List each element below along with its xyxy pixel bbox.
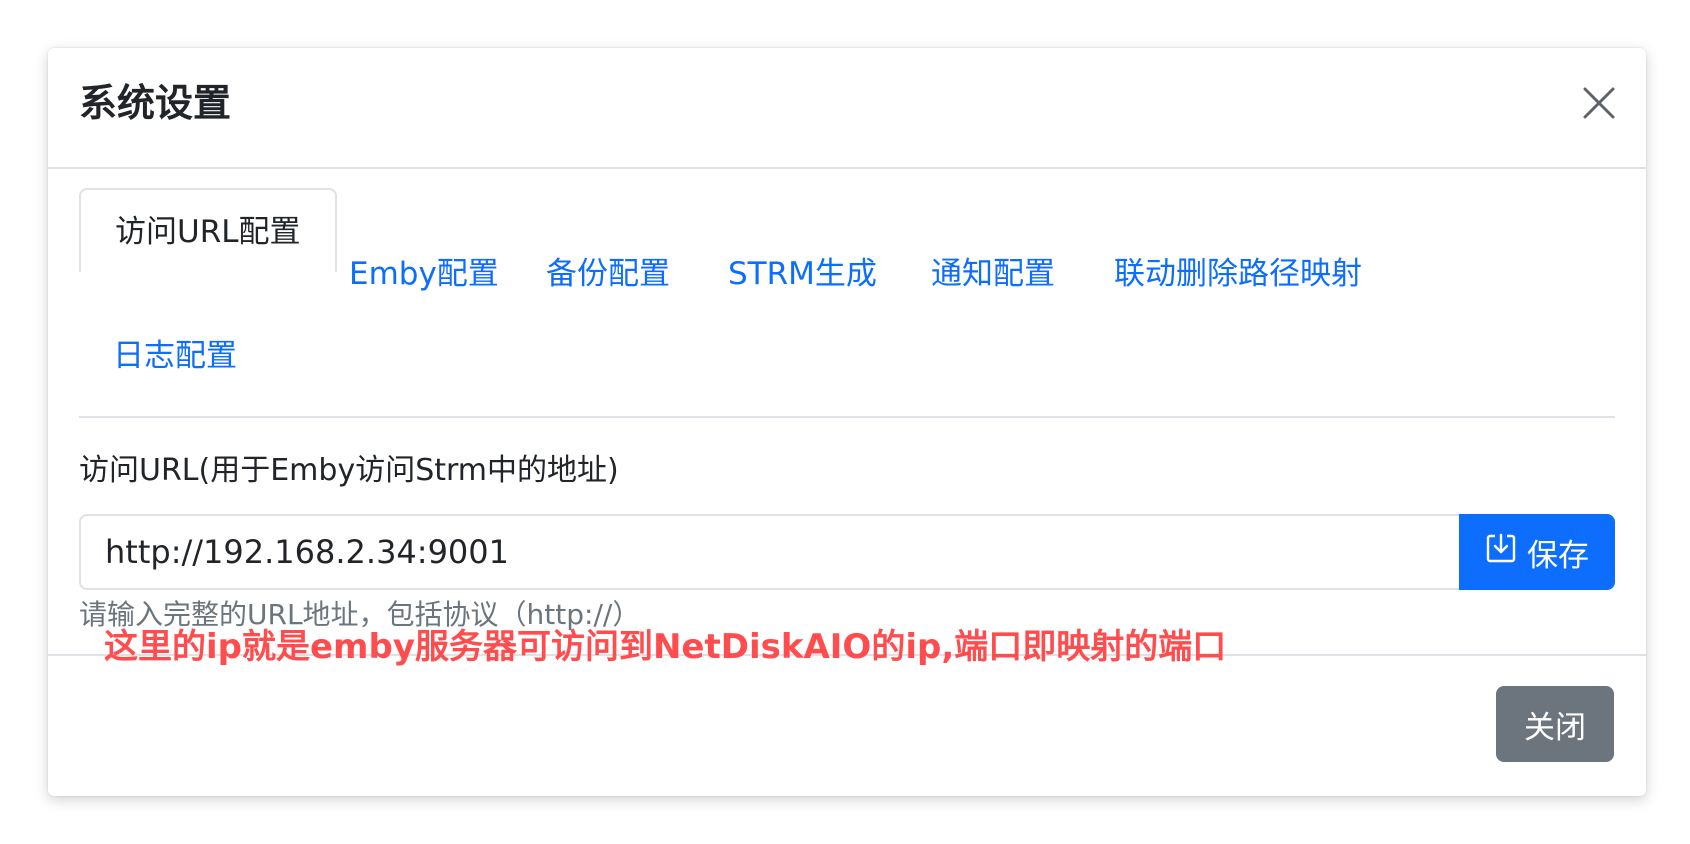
close-button[interactable]: 关闭: [1496, 686, 1614, 762]
save-button[interactable]: 保存: [1459, 514, 1615, 590]
tab-notify[interactable]: 通知配置: [931, 259, 1055, 290]
modal-title: 系统设置: [79, 81, 232, 125]
settings-tabs: 访问URL配置 Emby配置 备份配置 STRM生成 通知配置 联动删除路径映射…: [79, 188, 1615, 418]
tab-emby[interactable]: Emby配置: [349, 259, 499, 290]
modal-header: 系统设置: [48, 48, 1646, 169]
url-help-text: 请输入完整的URL地址，包括协议（http://）: [79, 598, 641, 631]
url-input[interactable]: [79, 514, 1459, 590]
url-input-group: 保存: [79, 514, 1615, 590]
close-icon[interactable]: [1582, 86, 1616, 120]
tab-strm[interactable]: STRM生成: [728, 259, 877, 290]
tab-linked-delete[interactable]: 联动删除路径映射: [1114, 259, 1362, 290]
tab-backup[interactable]: 备份配置: [546, 259, 670, 290]
settings-modal: 系统设置 访问URL配置 Emby配置 备份配置 STRM生成 通知配置 联动删…: [48, 48, 1646, 796]
annotation-text: 这里的ip就是emby服务器可访问到NetDiskAIO的ip,端口即映射的端口: [104, 627, 1227, 667]
url-field-label: 访问URL(用于Emby访问Strm中的地址): [79, 453, 619, 488]
download-icon: [1485, 532, 1517, 572]
tab-log[interactable]: 日志配置: [113, 341, 237, 372]
save-button-label: 保存: [1527, 537, 1589, 574]
tab-access-url[interactable]: 访问URL配置: [79, 188, 337, 272]
